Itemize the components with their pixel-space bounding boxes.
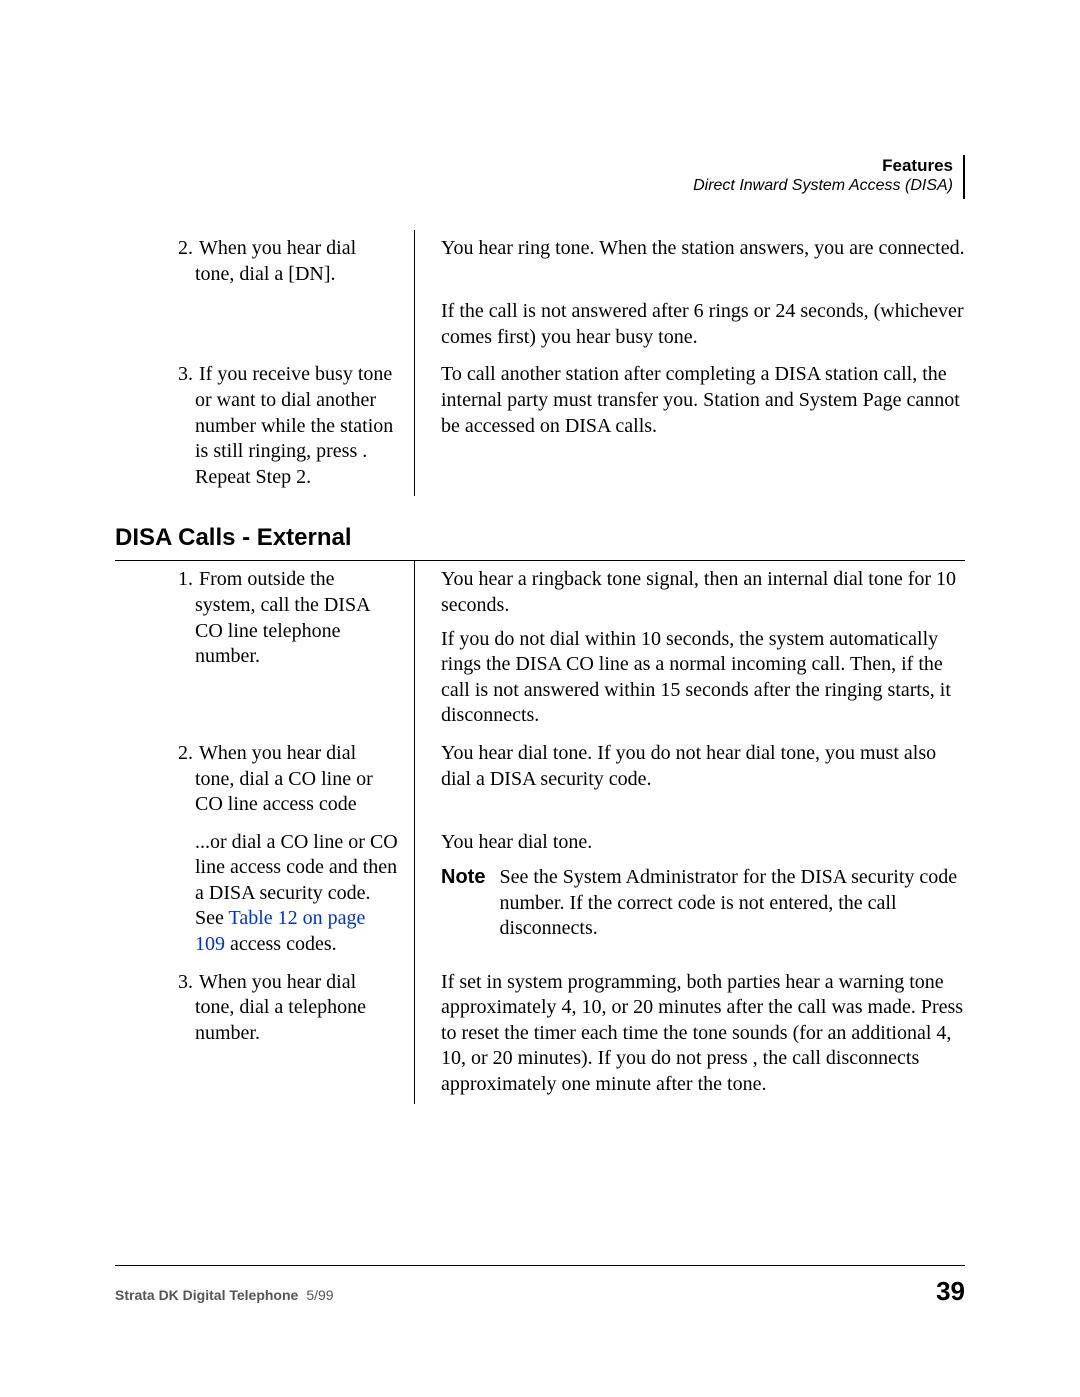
ext-step-3-action: 3.When you hear dial tone, dial a teleph…	[115, 964, 415, 1104]
page-header: Features Direct Inward System Access (DI…	[693, 155, 965, 199]
ext-step-1-result: You hear a ringback tone signal, then an…	[415, 561, 965, 735]
procedure-table-2: 1.From outside the system, call the DISA…	[115, 560, 965, 1103]
note-text: See the System Administrator for the DIS…	[499, 865, 965, 942]
chapter-title: Features	[693, 155, 965, 176]
ext-step-3-result: If set in system programming, both parti…	[415, 964, 965, 1104]
step-number: 1.	[169, 567, 193, 593]
step-2-result: You hear ring tone. When the station ans…	[415, 230, 965, 293]
step-number: 3.	[169, 970, 193, 996]
ext-step-2-action: 2.When you hear dial tone, dial a CO lin…	[115, 735, 415, 824]
note-label: Note	[441, 865, 485, 942]
step-2-result-b: If the call is not answered after 6 ring…	[415, 293, 965, 356]
page: Features Direct Inward System Access (DI…	[0, 0, 1080, 1397]
ext-step-1-action: 1.From outside the system, call the DISA…	[115, 561, 415, 735]
page-number: 39	[936, 1276, 965, 1307]
ext-step-2-result: You hear dial tone. If you do not hear d…	[415, 735, 965, 824]
procedure-table-1: 2.When you hear dial tone, dial a [DN]. …	[115, 230, 965, 496]
step-number: 3.	[169, 362, 193, 388]
step-number: 2.	[169, 741, 193, 767]
step-number: 2.	[169, 236, 193, 262]
ext-step-2b-action: ...or dial a CO line or CO line access c…	[115, 824, 415, 964]
note-block: Note See the System Administrator for th…	[441, 865, 965, 942]
section-title: Direct Inward System Access (DISA)	[693, 176, 965, 199]
step-2-action-blank	[115, 293, 415, 356]
step-3-action: 3.If you receive busy tone or want to di…	[115, 356, 415, 496]
section-heading: DISA Calls - External	[115, 524, 965, 552]
step-3-result: To call another station after completing…	[415, 356, 965, 496]
step-2-action: 2.When you hear dial tone, dial a [DN].	[115, 230, 415, 293]
content: 2.When you hear dial tone, dial a [DN]. …	[115, 230, 965, 1104]
footer-doc-title: Strata DK Digital Telephone5/99	[115, 1287, 334, 1303]
ext-step-2b-result: You hear dial tone. Note See the System …	[415, 824, 965, 964]
page-footer: Strata DK Digital Telephone5/99 39	[115, 1265, 965, 1307]
